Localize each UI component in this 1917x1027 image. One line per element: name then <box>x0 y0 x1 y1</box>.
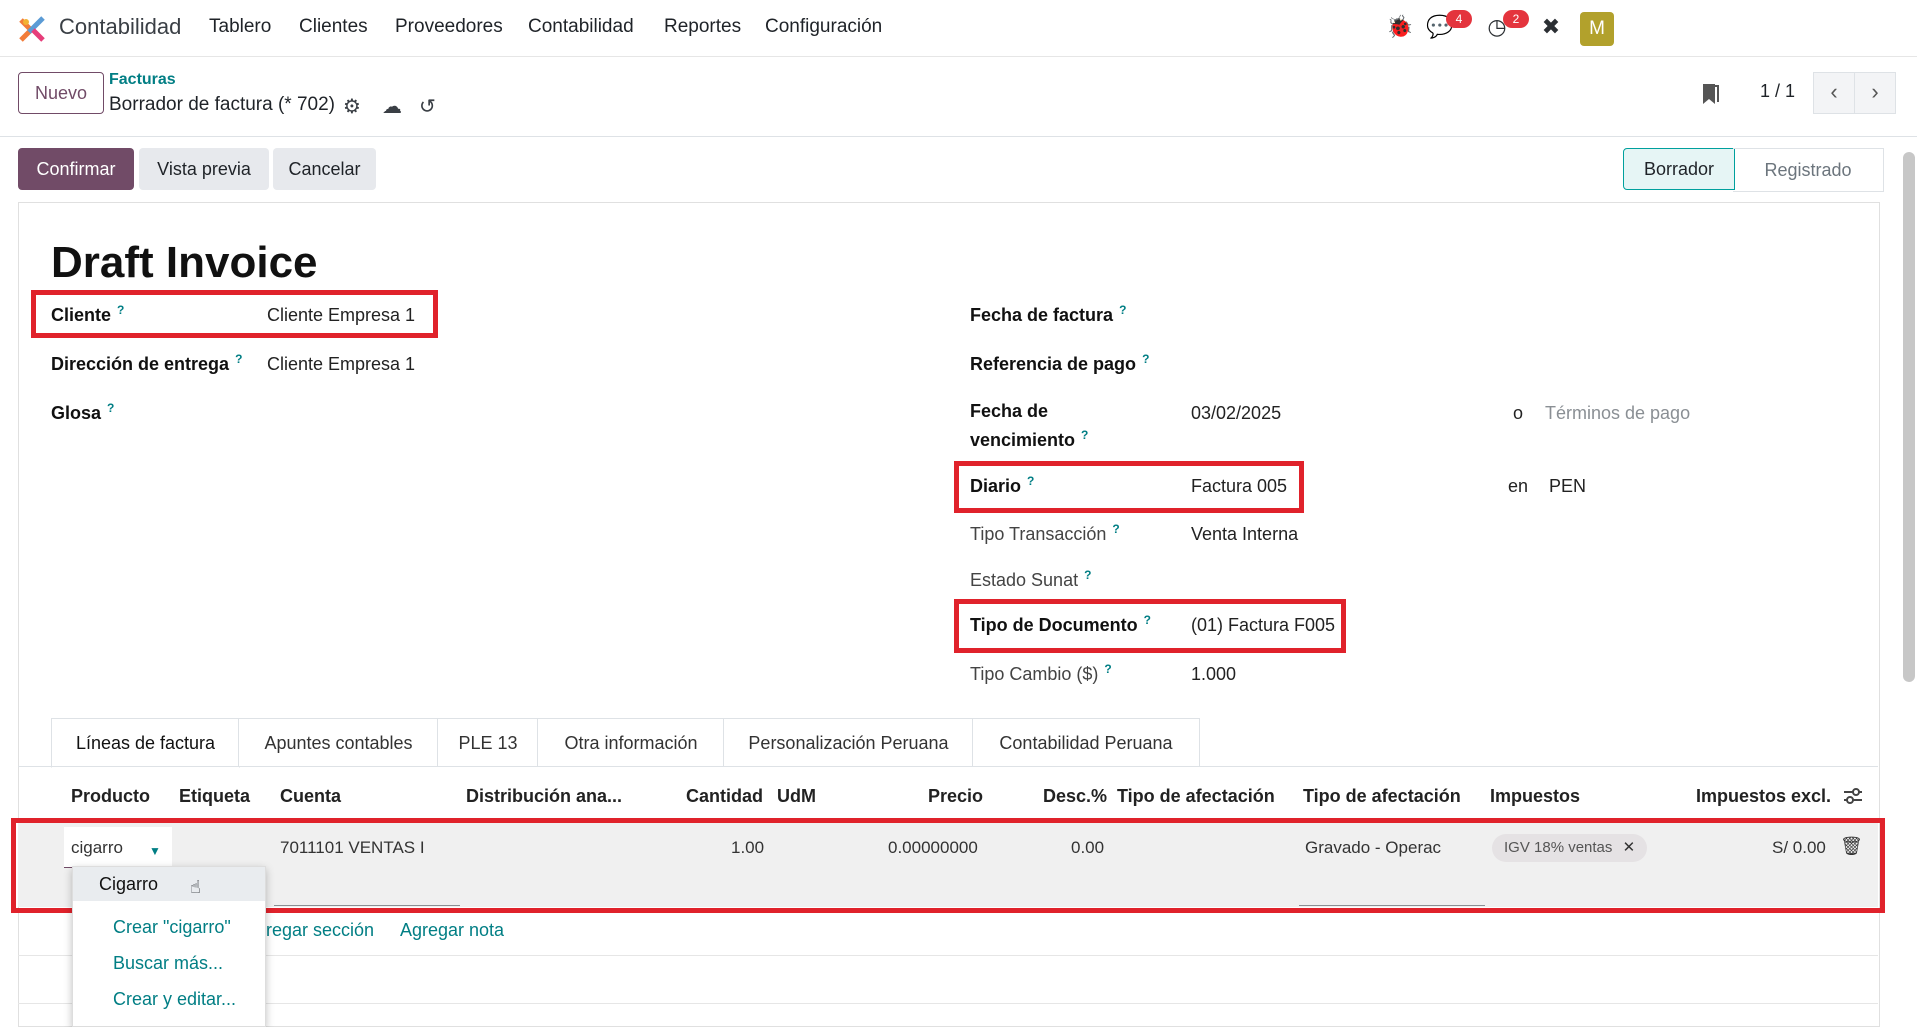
dropdown-create[interactable]: Crear "cigarro" <box>73 917 265 938</box>
column-tipo-afectacion-2[interactable]: Tipo de afectación <box>1303 786 1461 807</box>
column-precio[interactable]: Precio <box>928 786 983 807</box>
column-producto[interactable]: Producto <box>71 786 150 807</box>
pager-previous-icon[interactable]: ‹ <box>1813 72 1855 114</box>
status-posted[interactable]: Registrado <box>1733 148 1884 192</box>
tab-lineas-factura[interactable]: Líneas de factura <box>51 718 240 768</box>
payment-terms-field[interactable]: Términos de pago <box>1545 403 1690 424</box>
menu-reportes[interactable]: Reportes <box>664 16 741 38</box>
vencimiento-label-line2: vencimiento? <box>970 428 1089 450</box>
status-draft[interactable]: Borrador <box>1623 148 1735 190</box>
gear-icon[interactable]: ⚙ <box>343 94 361 119</box>
page-title: Draft Invoice <box>51 238 318 287</box>
pager-value[interactable]: 1 / 1 <box>1760 81 1795 102</box>
bookmark-icon[interactable] <box>1700 82 1720 106</box>
tipo-transaccion-label: Tipo Transacción? <box>970 522 1120 544</box>
debug-bug-icon[interactable]: 🐞 <box>1386 14 1413 40</box>
add-section-link[interactable]: regar sección <box>266 920 374 941</box>
menu-clientes[interactable]: Clientes <box>299 16 368 38</box>
menu-proveedores[interactable]: Proveedores <box>395 16 503 38</box>
app-logo-icon[interactable] <box>17 14 47 44</box>
menu-tablero[interactable]: Tablero <box>209 16 271 38</box>
app-name[interactable]: Contabilidad <box>59 14 181 40</box>
add-note-link[interactable]: Agregar nota <box>400 920 504 941</box>
menu-contabilidad[interactable]: Contabilidad <box>528 16 634 38</box>
dropdown-option-cigarro[interactable]: Cigarro <box>73 867 265 901</box>
or-label: o <box>1513 403 1524 423</box>
pager-next-icon[interactable]: › <box>1854 72 1896 114</box>
tipo-cambio-field[interactable]: 1.000 <box>1191 664 1236 685</box>
column-cuenta[interactable]: Cuenta <box>280 786 341 807</box>
highlight-cliente <box>31 290 438 338</box>
highlight-invoice-line <box>11 818 1885 913</box>
column-descuento[interactable]: Desc.% <box>1043 786 1107 807</box>
activities-badge: 2 <box>1503 10 1529 28</box>
row-divider <box>18 1003 1878 1004</box>
help-icon[interactable]: ? <box>1084 568 1091 582</box>
tab-divider <box>18 766 1878 767</box>
column-cantidad[interactable]: Cantidad <box>686 786 763 807</box>
tab-apuntes-contables[interactable]: Apuntes contables <box>238 718 439 767</box>
help-icon[interactable]: ? <box>1104 662 1111 676</box>
currency-field[interactable]: PEN <box>1549 476 1586 497</box>
help-icon[interactable]: ? <box>1119 303 1126 317</box>
estado-sunat-label: Estado Sunat? <box>970 568 1092 590</box>
referencia-pago-label: Referencia de pago? <box>970 352 1150 374</box>
new-button[interactable]: Nuevo <box>18 72 104 114</box>
hand-cursor-icon: ☝ <box>190 877 201 897</box>
column-impuestos[interactable]: Impuestos <box>1490 786 1580 807</box>
confirm-button[interactable]: Confirmar <box>18 148 134 190</box>
help-icon[interactable]: ? <box>1142 352 1149 366</box>
vencimiento-date-field[interactable]: 03/02/2025 <box>1191 403 1281 424</box>
help-icon[interactable]: ? <box>235 352 242 366</box>
tools-icon[interactable]: ✖ <box>1538 14 1564 40</box>
glosa-label: Glosa? <box>51 401 115 423</box>
cloud-save-icon[interactable]: ☁ <box>382 94 402 119</box>
breadcrumb-current: Borrador de factura (* 702) <box>109 94 336 115</box>
dropdown-search-more[interactable]: Buscar más... <box>73 953 265 974</box>
tab-otra-informacion[interactable]: Otra información <box>537 718 725 767</box>
column-distribucion[interactable]: Distribución ana... <box>466 786 622 807</box>
tipo-cambio-label: Tipo Cambio ($)? <box>970 662 1112 684</box>
direccion-label: Dirección de entrega? <box>51 352 243 374</box>
tab-personalizacion-peruana[interactable]: Personalización Peruana <box>723 718 974 767</box>
fecha-factura-label: Fecha de factura? <box>970 303 1127 325</box>
highlight-tipo-documento <box>954 599 1346 653</box>
direccion-field[interactable]: Cliente Empresa 1 <box>267 354 415 375</box>
row-divider <box>18 955 1878 956</box>
column-udm[interactable]: UdM <box>777 786 816 807</box>
help-icon[interactable]: ? <box>1112 522 1119 536</box>
top-navbar: Contabilidad Tablero Clientes Proveedore… <box>0 0 1917 57</box>
help-icon[interactable]: ? <box>1081 428 1088 442</box>
en-label: en <box>1508 476 1529 496</box>
highlight-diario <box>954 461 1304 513</box>
help-icon[interactable]: ? <box>107 401 114 415</box>
user-avatar[interactable]: M <box>1580 12 1614 46</box>
column-etiqueta[interactable]: Etiqueta <box>179 786 250 807</box>
tab-contabilidad-peruana[interactable]: Contabilidad Peruana <box>972 718 1200 767</box>
discard-undo-icon[interactable]: ↺ <box>419 94 436 119</box>
dropdown-create-edit[interactable]: Crear y editar... <box>73 989 265 1010</box>
tipo-transaccion-field[interactable]: Venta Interna <box>1191 524 1298 545</box>
menu-configuracion[interactable]: Configuración <box>765 16 882 38</box>
column-tipo-afectacion-1[interactable]: Tipo de afectación <box>1117 786 1275 807</box>
column-impuestos-excl[interactable]: Impuestos excl. <box>1696 786 1831 807</box>
tab-ple-13[interactable]: PLE 13 <box>437 718 539 767</box>
optional-columns-icon[interactable] <box>1842 785 1864 807</box>
breadcrumb-parent[interactable]: Facturas <box>109 71 176 89</box>
preview-button[interactable]: Vista previa <box>139 148 269 190</box>
cancel-button[interactable]: Cancelar <box>273 148 376 190</box>
page-scrollbar[interactable] <box>1903 152 1915 682</box>
product-autocomplete-dropdown: Cigarro ☝ Crear "cigarro" Buscar más... … <box>72 866 266 1027</box>
vencimiento-label-line1: Fecha de <box>970 401 1049 421</box>
messages-badge: 4 <box>1446 10 1472 28</box>
